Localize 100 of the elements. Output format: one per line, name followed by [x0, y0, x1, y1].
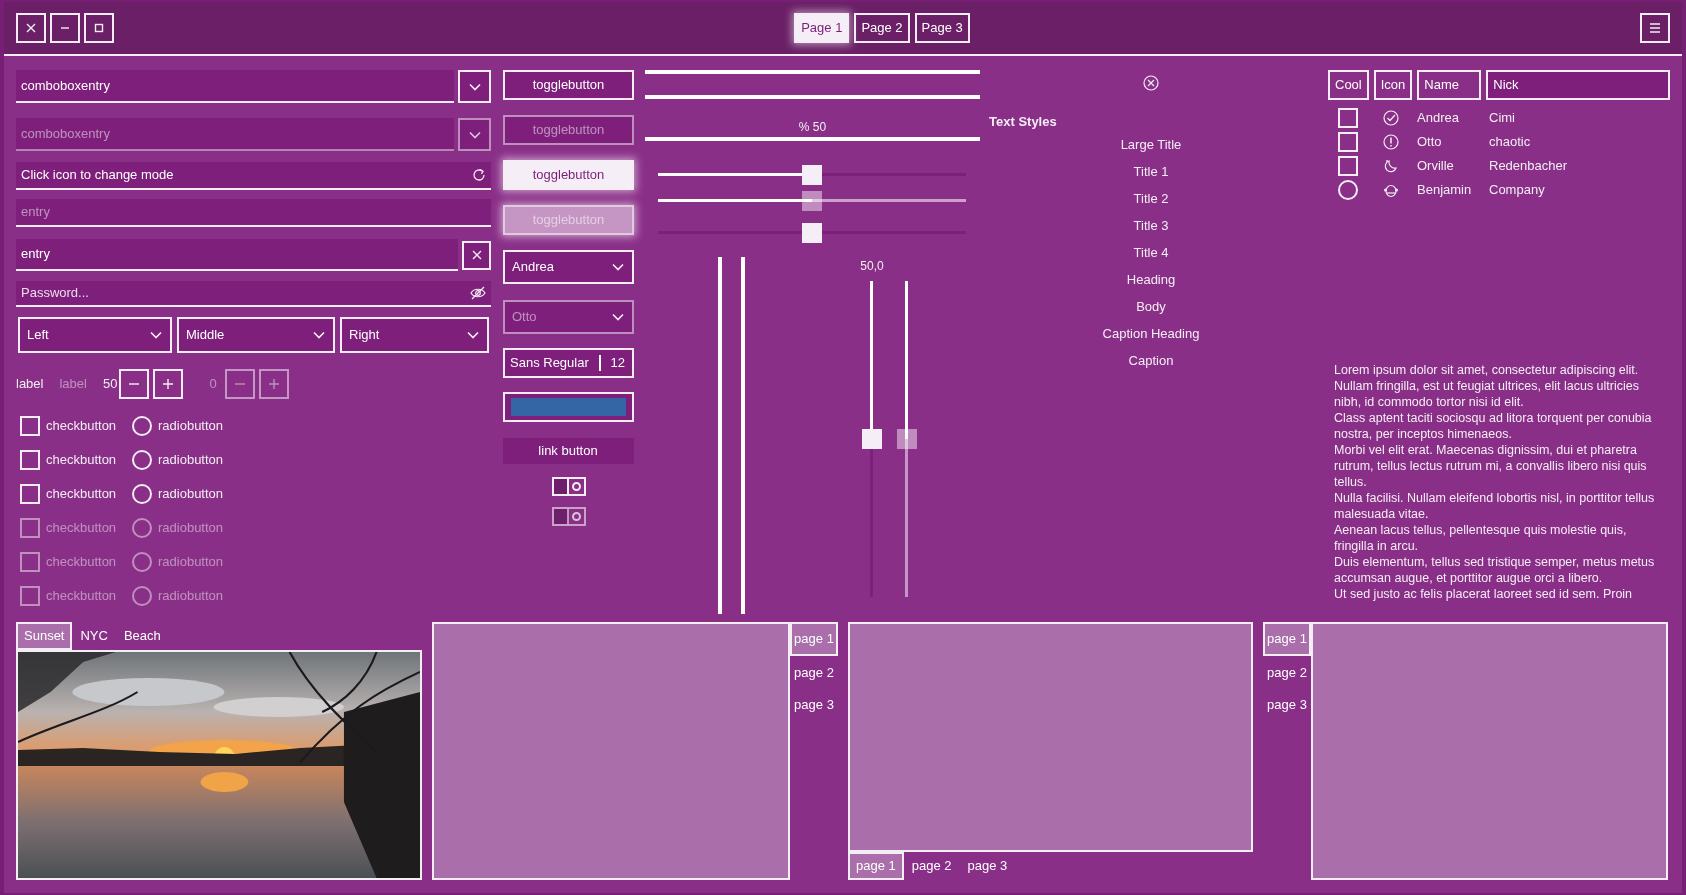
minimize-button[interactable]	[50, 13, 80, 43]
style-label: Title 1	[1133, 162, 1169, 181]
chevron-icon	[612, 263, 624, 271]
table-cell-text: Company	[1488, 181, 1545, 200]
table-cell-text: Orville	[1416, 157, 1455, 176]
slider-thumb[interactable]	[802, 223, 822, 243]
slider-thumb[interactable]	[862, 429, 882, 449]
vertical-slider[interactable]	[862, 281, 882, 597]
notebook-tab[interactable]: page 1	[848, 852, 904, 880]
page-tab[interactable]: Page 2	[854, 13, 910, 43]
notebook-tab[interactable]: page 2	[1263, 657, 1311, 689]
notebook-tab[interactable]: page 1	[790, 622, 838, 656]
checkbox[interactable]: checkbutton	[20, 447, 132, 473]
refresh-icon	[472, 168, 486, 182]
maximize-icon	[94, 23, 104, 33]
column-header[interactable]: Name	[1417, 70, 1482, 100]
checkbox[interactable]	[1337, 156, 1358, 176]
notebook-tab[interactable]: page 3	[1263, 689, 1311, 721]
plus-icon	[161, 377, 176, 391]
text-field[interactable]: Click icon to change mode	[16, 162, 491, 190]
slider-thumb[interactable]	[802, 165, 822, 185]
dropdown[interactable]: Andrea	[503, 250, 634, 284]
column-header[interactable]: Icon	[1373, 70, 1413, 100]
checkbox[interactable]	[1337, 132, 1358, 152]
moon-icon	[1382, 158, 1399, 174]
column-header[interactable]: Nick	[1486, 70, 1670, 100]
style-label: Title 3	[1133, 216, 1169, 235]
label-text: label	[59, 375, 87, 394]
close-circle-icon	[1143, 75, 1159, 91]
style-label: Body	[1136, 297, 1166, 316]
slider[interactable]	[658, 165, 966, 185]
text-field[interactable]: Password...	[16, 281, 491, 307]
spin-value: 0	[209, 375, 217, 394]
toggle-button[interactable]: togglebutton	[503, 160, 634, 190]
notebook-tab[interactable]: NYC	[72, 622, 116, 650]
close-button[interactable]	[16, 13, 46, 43]
maximize-button[interactable]	[84, 13, 114, 43]
text-field[interactable]: comboboxentry	[16, 70, 454, 103]
style-label: Caption Heading	[1102, 324, 1200, 343]
link-button[interactable]: link button	[503, 438, 634, 464]
notebook-tab[interactable]: page 3	[959, 852, 1016, 880]
color-button[interactable]	[503, 392, 634, 422]
paragraph: Duis elementum, tellus sed tristique semper, metus metus accumsan augue, et porttitor augue orci a libero.	[1334, 554, 1656, 586]
dropdown[interactable]: Middle	[177, 317, 335, 353]
dropdown[interactable]: Right	[340, 317, 489, 353]
checkbox[interactable]	[1337, 108, 1358, 128]
label-text: label	[16, 375, 44, 394]
table-cell-text: Otto	[1416, 133, 1443, 152]
progress-text: % 50	[797, 119, 828, 135]
page-tab[interactable]: Page 3	[914, 13, 970, 43]
toggle-button[interactable]: togglebutton	[503, 70, 634, 100]
minus-button[interactable]	[119, 369, 150, 399]
radio-button[interactable]: radiobutton	[132, 447, 224, 473]
checkbox[interactable]: checkbutton	[20, 481, 132, 507]
style-label: Caption	[1128, 351, 1174, 370]
style-label: Heading	[1126, 270, 1176, 289]
slider-value: 50,0	[859, 258, 885, 275]
paragraph: Morbi vel elit erat. Maecenas dignissim, dui et pharetra rutrum, tellus lectus rutrum mi, a convallis libero nisi quis tellus.	[1334, 442, 1648, 490]
chevron-icon	[467, 331, 479, 339]
notebook-tab[interactable]: page 2	[790, 657, 838, 689]
chevron-icon	[468, 130, 481, 139]
font-button[interactable]: Sans Regular 12	[503, 348, 634, 378]
checkbox[interactable]: checkbutton	[20, 413, 132, 439]
check-circle-icon	[1382, 110, 1399, 126]
table-cell-text: Benjamin	[1416, 181, 1473, 200]
plus-icon	[266, 377, 281, 391]
chevron-icon	[313, 331, 325, 339]
paragraph: Lorem ipsum dolor sit amet, consectetur adipiscing elit.	[1334, 362, 1640, 378]
notebook-tab[interactable]: page 3	[790, 689, 838, 721]
notebook-tab[interactable]: page 1	[1263, 622, 1311, 656]
chevron-icon	[150, 331, 162, 339]
chevron-icon	[468, 82, 481, 91]
dropdown-button[interactable]	[458, 70, 491, 103]
notebook-tab[interactable]: page 2	[903, 852, 960, 880]
section-title: Text Styles	[989, 113, 1058, 131]
notebook-tab[interactable]: Sunset	[16, 622, 73, 650]
minimize-icon	[60, 27, 70, 29]
style-label: Title 4	[1133, 243, 1169, 262]
page-tab[interactable]: Page 1	[794, 13, 850, 43]
text-field[interactable]: entry	[16, 239, 458, 271]
notebook-tab[interactable]: Beach	[115, 622, 169, 650]
menu-button[interactable]	[1640, 13, 1670, 43]
paragraph: Class aptent taciti sociosqu ad litora torquent per conubia nostra, per inceptos himenaeos.	[1334, 410, 1653, 442]
column-header[interactable]: Cool	[1328, 70, 1369, 100]
paragraph: Ut sed justo ac felis placerat laoreet sed id sem. Proin	[1334, 586, 1634, 602]
dropdown[interactable]: Left	[18, 317, 172, 353]
head-icon	[1382, 182, 1399, 198]
paragraph: Aenean lacus tellus, pellentesque quis molestie quis, fringilla in arcu.	[1334, 522, 1628, 554]
close-icon	[26, 23, 36, 33]
radio-button[interactable]: radiobutton	[132, 413, 224, 439]
clear-button[interactable]	[462, 240, 491, 270]
switch[interactable]	[551, 477, 586, 496]
eye-crossed-icon	[470, 286, 486, 300]
plus-button[interactable]	[153, 369, 184, 399]
radio-button[interactable]	[1337, 180, 1358, 200]
radio-button[interactable]: radiobutton	[132, 481, 224, 507]
table-cell-text: Andrea	[1416, 109, 1460, 128]
paragraph: Nullam fringilla, est ut feugiat ultrices, elit lacus ultricies nibh, id commodo tortor nisi id elit.	[1334, 378, 1640, 410]
close-icon	[471, 250, 482, 260]
table-cell-text: chaotic	[1488, 133, 1531, 152]
